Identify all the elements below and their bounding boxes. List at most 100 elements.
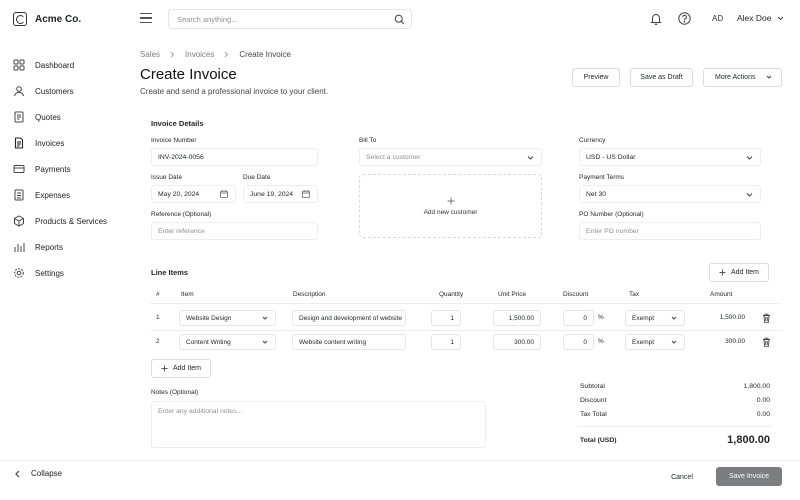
sidebar-item-expenses[interactable]: Expenses bbox=[13, 182, 107, 208]
invoice-number-field[interactable]: INV-2024-0056 bbox=[151, 148, 318, 166]
quantity-input[interactable]: 1 bbox=[431, 310, 461, 326]
quantity-input[interactable]: 1 bbox=[431, 334, 461, 350]
sidebar-item-payments[interactable]: Payments bbox=[13, 156, 107, 182]
unit-price-input[interactable]: 300.00 bbox=[493, 334, 541, 350]
chevron-down-icon bbox=[777, 16, 783, 20]
row-amount: 1,500.00 bbox=[719, 314, 745, 321]
totals-divider bbox=[578, 426, 772, 427]
brand-logo-icon bbox=[13, 12, 27, 26]
sidebar-item-invoices[interactable]: Invoices bbox=[13, 130, 107, 156]
payments-icon bbox=[13, 163, 25, 175]
sidebar-item-label: Reports bbox=[35, 242, 64, 252]
currency-select[interactable]: USD - US Dollar bbox=[579, 148, 761, 166]
bill-to-select[interactable]: Select a customer bbox=[359, 148, 542, 166]
invoice-details-title: Invoice Details bbox=[151, 119, 204, 128]
plus-icon bbox=[719, 269, 726, 276]
add-item-top-label: Add Item bbox=[730, 269, 759, 276]
collapse-button[interactable]: Collapse bbox=[14, 469, 62, 478]
chevron-down-icon bbox=[671, 340, 677, 344]
cancel-button[interactable]: Cancel bbox=[660, 468, 704, 487]
item-select[interactable]: Content Writing bbox=[179, 334, 276, 350]
plus-icon bbox=[447, 197, 454, 204]
calendar-icon bbox=[220, 190, 228, 198]
unit-price-input[interactable]: 1,500.00 bbox=[493, 310, 541, 326]
notification-bell-icon[interactable] bbox=[650, 12, 662, 25]
save-invoice-button[interactable]: Save Invoice bbox=[716, 467, 782, 486]
bill-to-label: Bill To bbox=[359, 137, 377, 144]
search-input[interactable] bbox=[177, 14, 387, 24]
tax-select[interactable]: Exempt bbox=[625, 334, 685, 350]
customers-icon bbox=[13, 85, 25, 97]
sidebar-item-settings[interactable]: Settings bbox=[13, 260, 107, 286]
row-number: 1 bbox=[156, 314, 160, 321]
notes-textarea[interactable]: Enter any additional notes... bbox=[151, 401, 486, 448]
item-value: Content Writing bbox=[186, 338, 231, 346]
issue-date-field[interactable]: May 20, 2024 bbox=[151, 185, 236, 203]
tax-select[interactable]: Exempt bbox=[625, 310, 685, 326]
chevron-down-icon bbox=[766, 75, 772, 79]
discount-unit: % bbox=[598, 314, 604, 321]
collapse-label: Collapse bbox=[31, 469, 63, 478]
chevron-down-icon bbox=[746, 193, 753, 197]
sidebar-item-products-services[interactable]: Products & Services bbox=[13, 208, 107, 234]
due-date-field[interactable]: June 19, 2024 bbox=[243, 185, 318, 203]
preview-button[interactable]: Preview bbox=[572, 68, 620, 87]
tax-value: Exempt bbox=[632, 338, 655, 346]
avatar[interactable]: AD bbox=[712, 14, 723, 23]
reference-input[interactable]: Enter reference bbox=[151, 222, 318, 240]
chevron-down-icon bbox=[527, 156, 534, 160]
user-menu[interactable]: Alex Doe bbox=[737, 13, 784, 23]
calendar-icon bbox=[302, 190, 310, 198]
payment-terms-select[interactable]: Net 30 bbox=[579, 185, 761, 203]
row-number: 2 bbox=[156, 338, 160, 345]
sidebar-item-quotes[interactable]: Quotes bbox=[13, 104, 107, 130]
chevron-left-icon bbox=[15, 470, 20, 477]
brand[interactable]: Acme Co. bbox=[13, 12, 81, 26]
sidebar-item-customers[interactable]: Customers bbox=[13, 78, 107, 104]
breadcrumb-sales[interactable]: Sales bbox=[140, 50, 160, 59]
footer-divider bbox=[0, 460, 800, 461]
description-input[interactable]: Website content writing bbox=[292, 334, 406, 350]
add-new-customer-button[interactable]: Add new customer bbox=[359, 174, 542, 238]
dashboard-icon bbox=[13, 59, 25, 71]
add-item-top-button[interactable]: Add Item bbox=[709, 263, 769, 282]
description-input[interactable]: Design and development of website bbox=[292, 310, 406, 326]
notes-label: Notes (Optional) bbox=[151, 389, 199, 396]
tax-value: Exempt bbox=[632, 314, 655, 322]
subtotal-label: Subtotal bbox=[580, 383, 605, 390]
discount-total-value: 0.00 bbox=[756, 397, 770, 404]
payment-terms-label: Payment Terms bbox=[579, 174, 625, 181]
sidebar-item-label: Quotes bbox=[35, 112, 61, 122]
help-icon[interactable] bbox=[678, 12, 691, 25]
add-new-customer-label: Add new customer bbox=[423, 208, 478, 216]
chevron-down-icon bbox=[262, 340, 268, 344]
more-actions-button[interactable]: More Actions bbox=[703, 68, 782, 87]
tax-total-label: Tax Total bbox=[580, 411, 607, 418]
user-name: Alex Doe bbox=[737, 13, 772, 23]
sidebar-item-reports[interactable]: Reports bbox=[13, 234, 107, 260]
trash-icon[interactable] bbox=[762, 313, 771, 323]
col-header-amount: Amount bbox=[710, 291, 733, 298]
sidebar-item-label: Settings bbox=[35, 268, 64, 278]
brand-name: Acme Co. bbox=[35, 13, 82, 25]
invoices-icon bbox=[13, 137, 25, 149]
sidebar: Acme Co. Dashboard Customers Quotes Invo… bbox=[0, 0, 112, 500]
discount-input[interactable]: 0 bbox=[563, 310, 594, 326]
add-item-bottom-button[interactable]: Add Item bbox=[151, 359, 211, 378]
save-draft-button[interactable]: Save as Draft bbox=[630, 68, 693, 87]
discount-input[interactable]: 0 bbox=[563, 334, 594, 350]
line-items-title: Line Items bbox=[151, 268, 189, 277]
chevron-right-icon bbox=[225, 51, 229, 58]
subtotal-value: 1,800.00 bbox=[743, 383, 770, 390]
search-icon[interactable] bbox=[394, 14, 405, 25]
currency-label: Currency bbox=[579, 137, 606, 144]
item-select[interactable]: Website Design bbox=[179, 310, 276, 326]
reference-label: Reference (Optional) bbox=[151, 211, 212, 218]
col-header-discount: Discount bbox=[563, 291, 589, 298]
quotes-icon bbox=[13, 111, 25, 123]
po-number-input[interactable]: Enter PO number bbox=[579, 222, 761, 240]
sidebar-item-dashboard[interactable]: Dashboard bbox=[13, 52, 107, 78]
trash-icon[interactable] bbox=[762, 337, 771, 347]
menu-toggle-icon[interactable] bbox=[140, 13, 152, 23]
breadcrumb-invoices[interactable]: Invoices bbox=[185, 50, 214, 59]
